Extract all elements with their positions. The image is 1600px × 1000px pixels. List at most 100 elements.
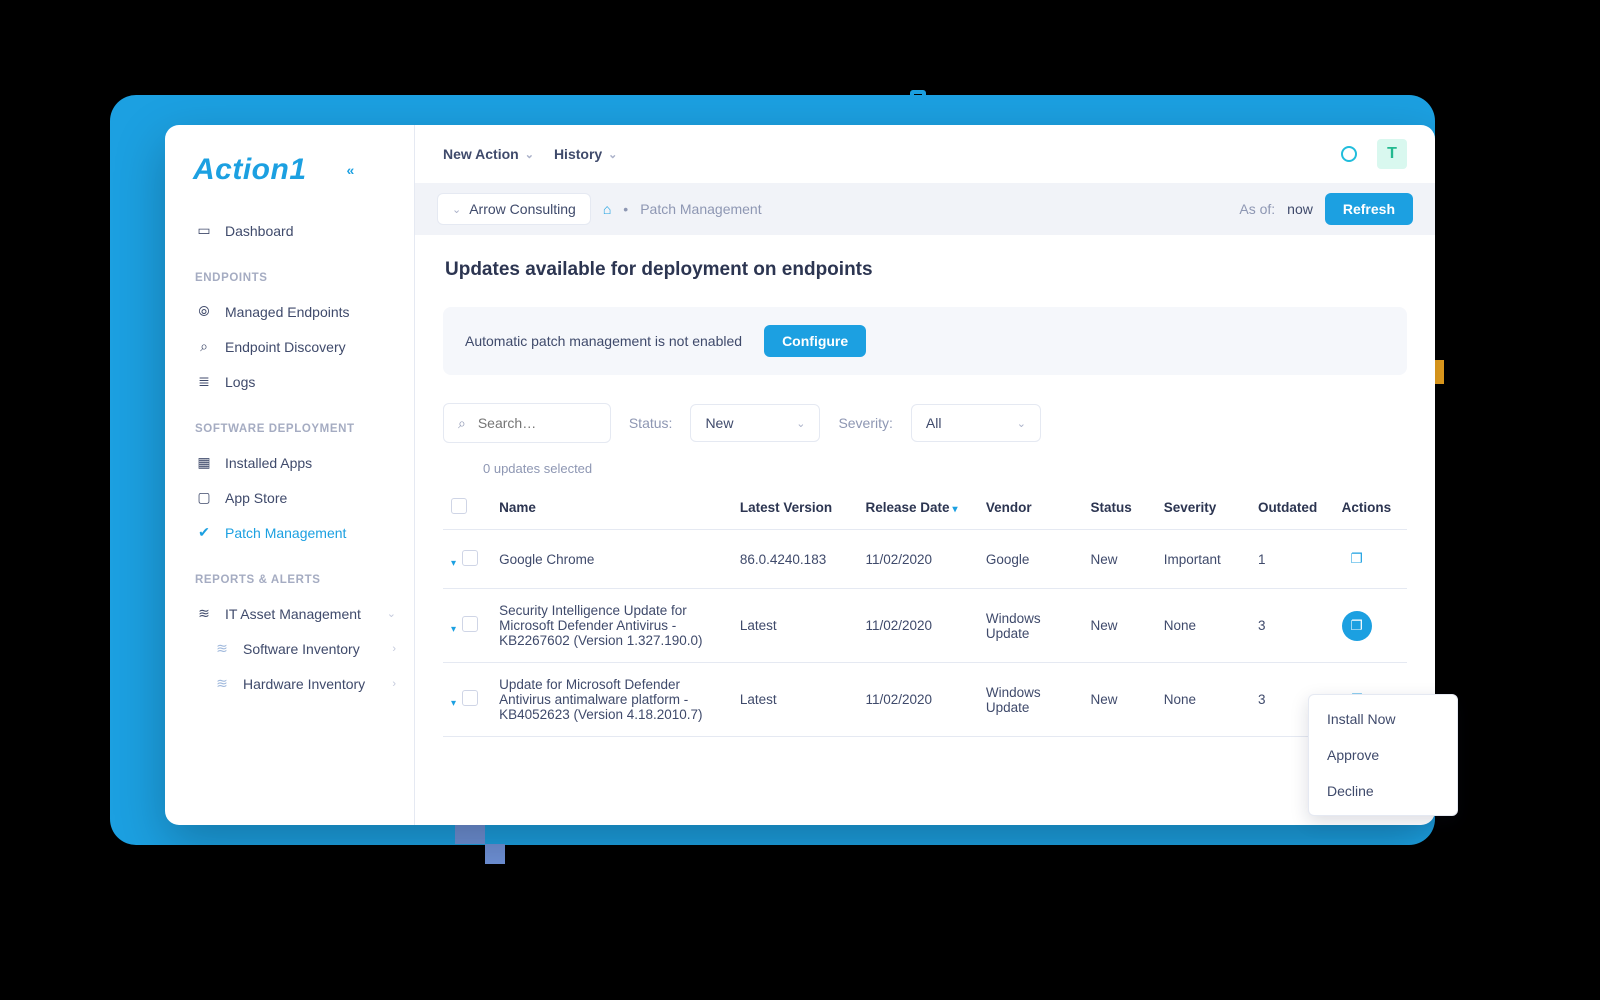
- chevron-down-icon: ⌄: [525, 148, 534, 161]
- cell-severity: Important: [1156, 530, 1250, 589]
- refresh-button[interactable]: Refresh: [1325, 193, 1413, 225]
- breadcrumb-current: Patch Management: [640, 201, 761, 217]
- as-of-label: As of:: [1239, 201, 1275, 217]
- history-button[interactable]: History ⌄: [554, 146, 617, 162]
- row-actions-button[interactable]: ❐: [1342, 544, 1372, 574]
- breadcrumb-bar: ⌄ Arrow Consulting ⌂ • Patch Management …: [415, 183, 1435, 235]
- sort-desc-icon: ▾: [953, 504, 958, 515]
- expand-row-icon[interactable]: ▾: [451, 558, 456, 569]
- chevron-down-icon: ⌄: [796, 417, 805, 430]
- avatar[interactable]: T: [1377, 139, 1407, 169]
- sidebar-item-managed-endpoints[interactable]: ⦾ Managed Endpoints: [193, 294, 406, 329]
- sidebar-item-patch-management[interactable]: ✔ Patch Management: [193, 515, 406, 550]
- severity-label: Severity:: [838, 415, 892, 431]
- sidebar-item-installed-apps[interactable]: ▦ Installed Apps: [193, 445, 406, 480]
- cell-vendor: Windows Update: [978, 589, 1083, 663]
- cell-release: 11/02/2020: [857, 589, 977, 663]
- auto-patch-notice: Automatic patch management is not enable…: [443, 307, 1407, 375]
- button-label: New Action: [443, 146, 519, 162]
- selected-count: 0 updates selected: [483, 461, 1407, 476]
- sidebar-item-label: Hardware Inventory: [243, 676, 365, 692]
- org-selector[interactable]: ⌄ Arrow Consulting: [437, 193, 591, 225]
- home-icon[interactable]: ⌂: [603, 201, 611, 217]
- col-status[interactable]: Status: [1082, 486, 1155, 530]
- org-name: Arrow Consulting: [469, 201, 576, 217]
- new-action-button[interactable]: New Action ⌄: [443, 146, 534, 162]
- cell-version: Latest: [732, 663, 858, 737]
- sidebar-item-software-inventory[interactable]: ≋ Software Inventory ›: [193, 631, 406, 666]
- chevron-right-icon: ›: [392, 678, 396, 690]
- notice-text: Automatic patch management is not enable…: [465, 333, 742, 349]
- row-checkbox[interactable]: [462, 550, 478, 566]
- col-actions: Actions: [1334, 486, 1407, 530]
- list-icon: ≣: [195, 373, 213, 390]
- status-label: Status:: [629, 415, 673, 431]
- status-value: New: [705, 415, 733, 431]
- sidebar-item-label: Dashboard: [225, 223, 294, 239]
- chevron-down-icon: ⌄: [608, 148, 617, 161]
- cell-status: New: [1082, 589, 1155, 663]
- dashboard-icon: ▭: [195, 222, 213, 239]
- expand-row-icon[interactable]: ▾: [451, 624, 456, 635]
- cell-version: Latest: [732, 589, 858, 663]
- col-version[interactable]: Latest Version: [732, 486, 858, 530]
- cell-name: Security Intelligence Update for Microso…: [491, 589, 732, 663]
- sidebar-item-label: IT Asset Management: [225, 606, 361, 622]
- col-release[interactable]: Release Date▾: [857, 486, 977, 530]
- cell-release: 11/02/2020: [857, 530, 977, 589]
- breadcrumb-sep: •: [623, 201, 628, 217]
- sidebar-item-label: Endpoint Discovery: [225, 339, 346, 355]
- chevron-down-icon: ⌄: [387, 607, 396, 620]
- col-severity[interactable]: Severity: [1156, 486, 1250, 530]
- row-checkbox[interactable]: [462, 616, 478, 632]
- col-outdated[interactable]: Outdated: [1250, 486, 1334, 530]
- menu-install-now[interactable]: Install Now: [1309, 701, 1457, 737]
- sidebar-item-label: Managed Endpoints: [225, 304, 350, 320]
- col-vendor[interactable]: Vendor: [978, 486, 1083, 530]
- table-row: ▾Google Chrome86.0.4240.18311/02/2020Goo…: [443, 530, 1407, 589]
- sidebar-item-hardware-inventory[interactable]: ≋ Hardware Inventory ›: [193, 666, 406, 701]
- row-actions-menu: Install Now Approve Decline: [1308, 694, 1458, 816]
- main-panel: New Action ⌄ History ⌄ T ⌄ Arrow Consult…: [415, 125, 1435, 825]
- sidebar-item-label: Installed Apps: [225, 455, 312, 471]
- sidebar-item-label: Logs: [225, 374, 255, 390]
- cell-severity: None: [1156, 589, 1250, 663]
- severity-select[interactable]: All ⌄: [911, 404, 1041, 442]
- sidebar-item-endpoint-discovery[interactable]: ⌕ Endpoint Discovery: [193, 329, 406, 364]
- chevron-right-icon: ›: [392, 643, 396, 655]
- collapse-sidebar-icon[interactable]: «: [347, 162, 355, 178]
- table-row: ▾ Security Intelligence Update for Micros…: [443, 589, 1407, 663]
- search-icon: ⌕: [458, 415, 466, 432]
- sidebar-item-app-store[interactable]: ▢ App Store: [193, 480, 406, 515]
- sidebar-item-it-asset[interactable]: ≋ IT Asset Management ⌄: [193, 596, 406, 631]
- row-actions-button[interactable]: ❐: [1342, 611, 1372, 641]
- help-icon[interactable]: [1341, 146, 1357, 162]
- row-checkbox[interactable]: [462, 690, 478, 706]
- configure-button[interactable]: Configure: [764, 325, 866, 357]
- cell-status: New: [1082, 530, 1155, 589]
- search-input[interactable]: [476, 414, 596, 432]
- cell-version: 86.0.4240.183: [732, 530, 858, 589]
- sidebar: Action1 « ▭ Dashboard ENDPOINTS ⦾ Manage…: [165, 125, 415, 825]
- sidebar-item-dashboard[interactable]: ▭ Dashboard: [193, 213, 406, 248]
- sidebar-section-reports: REPORTS & ALERTS: [195, 574, 406, 586]
- layers-icon: ≋: [213, 640, 231, 657]
- search-input-wrap[interactable]: ⌕: [443, 403, 611, 443]
- chevron-down-icon: ⌄: [1017, 417, 1026, 430]
- sidebar-item-logs[interactable]: ≣ Logs: [193, 364, 406, 399]
- col-name[interactable]: Name: [491, 486, 732, 530]
- updates-table: Name Latest Version Release Date▾ Vendor…: [443, 486, 1407, 737]
- sidebar-section-deployment: SOFTWARE DEPLOYMENT: [195, 423, 406, 435]
- chevron-down-icon: ⌄: [452, 203, 461, 216]
- expand-row-icon[interactable]: ▾: [451, 698, 456, 709]
- sidebar-item-label: Software Inventory: [243, 641, 360, 657]
- status-select[interactable]: New ⌄: [690, 404, 820, 442]
- cell-vendor: Google: [978, 530, 1083, 589]
- cell-status: New: [1082, 663, 1155, 737]
- cell-severity: None: [1156, 663, 1250, 737]
- select-all-checkbox[interactable]: [451, 498, 467, 514]
- sidebar-item-label: App Store: [225, 490, 287, 506]
- menu-decline[interactable]: Decline: [1309, 773, 1457, 809]
- menu-approve[interactable]: Approve: [1309, 737, 1457, 773]
- layers-icon: ≋: [213, 675, 231, 692]
